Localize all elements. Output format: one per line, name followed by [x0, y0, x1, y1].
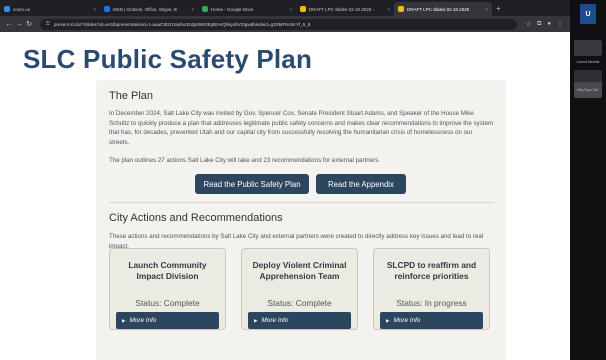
read-plan-button[interactable]: Read the Public Safety Plan	[195, 174, 309, 194]
triangle-right-icon: ▶	[254, 317, 258, 323]
close-icon[interactable]: ×	[286, 7, 292, 12]
tab-bar: zoom.us × MSN | Outlook, Office, Skype, …	[0, 0, 570, 16]
back-button[interactable]: ←	[4, 21, 14, 28]
close-icon[interactable]: ×	[384, 7, 390, 12]
menu-icon[interactable]: ⋮	[557, 21, 563, 28]
tab-label: MSN | Outlook, Office, Skype, B	[113, 6, 177, 12]
card-title: Launch Community Impact Division	[128, 260, 207, 281]
new-tab-button[interactable]: +	[496, 4, 501, 13]
participant-video[interactable]	[574, 40, 602, 56]
tab-label: zoom.us	[13, 6, 31, 12]
more-info-button[interactable]: ▶ More Info	[248, 312, 351, 329]
zoom-favicon-icon	[4, 6, 10, 12]
lock-icon: ⚿	[46, 21, 50, 27]
drive-favicon-icon	[202, 6, 208, 12]
more-info-button[interactable]: ▶ More Info	[116, 312, 219, 329]
university-logo: U	[580, 4, 596, 24]
close-icon[interactable]: ×	[90, 7, 96, 12]
plan-paragraph-2: The plan outlines 27 actions Salt Lake C…	[109, 157, 381, 164]
tab-zoom[interactable]: zoom.us ×	[0, 2, 100, 16]
extensions-icon[interactable]: ⧉	[537, 21, 541, 28]
more-info-label: More Info	[129, 317, 157, 324]
tab-label: DRAFT LPC Slides 02.18.2025	[407, 6, 470, 12]
tab-draft-slides[interactable]: DRAFT LPC Slides 02.18.2025 - ×	[296, 2, 394, 16]
plan-paragraph-1: In December 2024, Salt Lake City was inv…	[109, 110, 494, 146]
address-bar: ← → ↻ ⚿ present.sl.do/?/slides?id=es1lbp…	[0, 16, 570, 32]
tab-label: DRAFT LPC Slides 02.18.2025 -	[309, 6, 374, 12]
tab-draft-slides-active[interactable]: DRAFT LPC Slides 02.18.2025 ×	[394, 2, 492, 16]
action-card: Deploy Violent Criminal Apprehension Tea…	[241, 248, 358, 330]
page-title: SLC Public Safety Plan	[23, 44, 313, 74]
action-card: SLCPD to reaffirm and reinforce prioriti…	[373, 248, 490, 330]
star-icon[interactable]: ☆	[526, 21, 531, 28]
slides-favicon-icon	[398, 6, 404, 12]
participant-name: Meg Ryan Sis7	[577, 88, 599, 92]
card-status: Status: In progress	[396, 298, 467, 308]
tab-google-drive[interactable]: Home - Google Drive ×	[198, 2, 296, 16]
msn-favicon-icon	[104, 6, 110, 12]
triangle-right-icon: ▶	[122, 317, 126, 323]
section-divider	[109, 202, 494, 203]
url-text: present.sl.do/?/slides?id=es1lbpresentat…	[53, 21, 311, 27]
close-icon[interactable]: ×	[188, 7, 194, 12]
reload-button[interactable]: ↻	[24, 20, 34, 28]
forward-button[interactable]: →	[14, 21, 24, 28]
page-content: SLC Public Safety Plan The Plan In Decem…	[0, 32, 570, 360]
tab-msn[interactable]: MSN | Outlook, Office, Skype, B ×	[100, 2, 198, 16]
url-field[interactable]: ⚿ present.sl.do/?/slides?id=es1lbpresent…	[40, 18, 517, 30]
video-sidebar: Council Member Meg Ryan Sis7	[570, 0, 606, 360]
more-info-label: More Info	[393, 317, 421, 324]
read-appendix-button[interactable]: Read the Appendix	[316, 174, 406, 194]
card-status: Status: Complete	[135, 298, 200, 308]
close-icon[interactable]: ×	[482, 7, 488, 12]
triangle-right-icon: ▶	[386, 317, 390, 323]
tab-label: Home - Google Drive	[211, 6, 254, 12]
card-title: Deploy Violent Criminal Apprehension Tea…	[252, 260, 347, 281]
action-card: Launch Community Impact Division Status:…	[109, 248, 226, 330]
participant-name: Council Member	[576, 60, 600, 64]
card-title: SLCPD to reaffirm and reinforce prioriti…	[386, 260, 477, 281]
card-status: Status: Complete	[267, 298, 332, 308]
more-info-button[interactable]: ▶ More Info	[380, 312, 483, 329]
actions-heading: City Actions and Recommendations	[109, 212, 283, 224]
plan-heading: The Plan	[109, 90, 154, 102]
browser-window: zoom.us × MSN | Outlook, Office, Skype, …	[0, 0, 570, 360]
more-info-label: More Info	[261, 317, 289, 324]
slides-favicon-icon	[300, 6, 306, 12]
profile-icon[interactable]: ●	[547, 21, 551, 27]
